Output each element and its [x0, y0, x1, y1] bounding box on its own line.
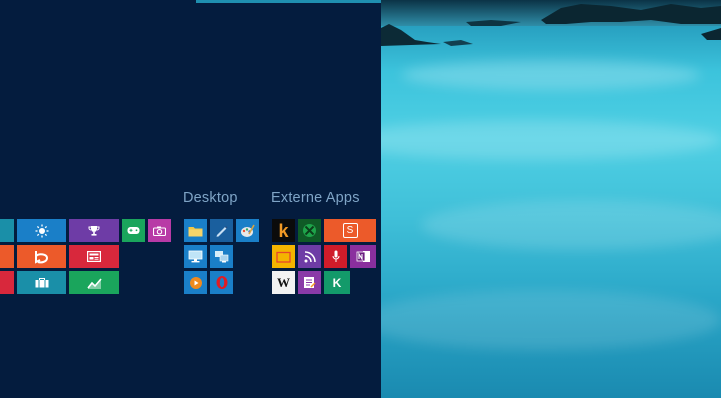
rocks-silhouette [381, 4, 721, 46]
opera-icon [216, 276, 227, 289]
tile-file-explorer[interactable] [184, 219, 207, 242]
weather-sun-icon [35, 224, 48, 237]
tile-weather[interactable] [17, 219, 66, 242]
tile-media-player[interactable] [184, 271, 207, 294]
media-player-icon [189, 276, 202, 289]
games-controller-icon [127, 227, 140, 234]
tile-rss[interactable] [298, 245, 321, 268]
rss-icon [304, 250, 316, 262]
network-icon [215, 251, 229, 263]
tile-paint[interactable] [236, 219, 259, 242]
wikipedia-icon: W [277, 275, 290, 290]
tile-pen[interactable] [210, 219, 233, 242]
onenote-icon [356, 251, 370, 262]
scroll-indicator-bar [196, 0, 381, 3]
tile-remote-desktop[interactable] [184, 245, 207, 268]
file-explorer-icon [188, 226, 203, 236]
tile-opera[interactable] [210, 271, 233, 294]
tile-network[interactable] [210, 245, 233, 268]
trophy-icon [88, 225, 100, 236]
finance-chart-icon [86, 277, 102, 289]
tile-travel[interactable] [17, 271, 66, 294]
tile-wikipedia[interactable]: W [272, 271, 295, 294]
tile-kobo[interactable]: K [324, 271, 350, 294]
tile-onenote[interactable] [350, 245, 376, 268]
remote-desktop-icon [188, 250, 203, 263]
tile-kindle[interactable]: k [272, 219, 295, 242]
tile-left-partial-3[interactable] [0, 271, 14, 294]
folder-icon [276, 251, 291, 263]
tile-left-partial-2[interactable] [0, 245, 14, 268]
tile-notes[interactable] [298, 271, 321, 294]
tile-skype[interactable]: S [324, 219, 376, 242]
start-screen: Desktop Externe Apps k S W K [0, 0, 381, 398]
water-streak-1 [401, 60, 701, 90]
skype-label: S [346, 224, 354, 236]
tile-finance[interactable] [69, 271, 119, 294]
tile-folder[interactable] [272, 245, 295, 268]
water-streak-3 [421, 200, 721, 250]
microphone-icon [332, 250, 339, 262]
pen-icon [216, 226, 228, 237]
tile-trophy[interactable] [69, 219, 119, 242]
camera-icon [153, 226, 166, 236]
bing-icon [34, 250, 48, 264]
tile-microphone[interactable] [324, 245, 347, 268]
group-label-desktop[interactable]: Desktop [183, 190, 238, 206]
tile-camera[interactable] [148, 219, 171, 242]
kindle-icon: k [278, 220, 289, 241]
tile-news[interactable] [69, 245, 119, 268]
background-photo [381, 0, 721, 398]
xbox-icon [303, 224, 316, 237]
kobo-icon: K [332, 275, 342, 290]
tile-left-partial-1[interactable] [0, 219, 14, 242]
water-streak-2 [381, 120, 721, 160]
tile-bing[interactable] [17, 245, 66, 268]
notes-icon [304, 277, 316, 288]
paint-icon [241, 224, 255, 237]
travel-icon [35, 277, 48, 287]
water-streak-4 [381, 290, 721, 350]
skype-icon: S [342, 223, 358, 238]
group-label-externe-apps[interactable]: Externe Apps [271, 190, 360, 206]
tile-xbox[interactable] [298, 219, 321, 242]
news-icon [87, 251, 101, 262]
tile-games[interactable] [122, 219, 145, 242]
